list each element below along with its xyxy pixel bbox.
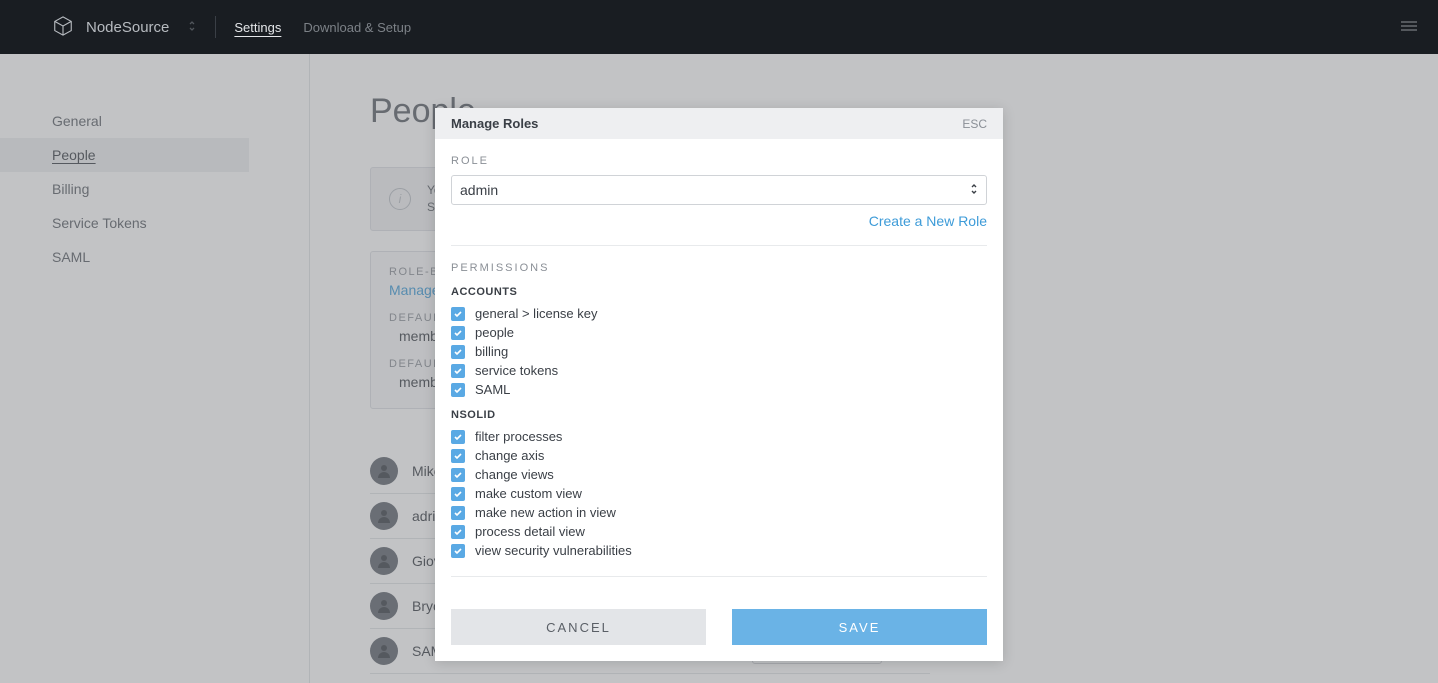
- logo-cube-icon: [52, 15, 74, 40]
- perm-item: service tokens: [451, 361, 987, 380]
- perm-item-label: billing: [475, 344, 508, 359]
- perm-group-nsolid: NSOLID filter processes change axis chan…: [451, 409, 987, 560]
- modal-body: ROLE admin Create a New Role PERMISSIONS…: [435, 139, 1003, 609]
- perm-item-label: general > license key: [475, 306, 598, 321]
- topnav: Settings Download & Setup: [234, 20, 411, 35]
- topbar-divider: [215, 16, 216, 38]
- perm-item-label: change axis: [475, 448, 544, 463]
- perm-item: change views: [451, 465, 987, 484]
- perm-item: make custom view: [451, 484, 987, 503]
- perm-item-label: make new action in view: [475, 505, 616, 520]
- updown-icon: [970, 183, 978, 198]
- checkbox-checked[interactable]: [451, 449, 465, 463]
- modal-footer: CANCEL SAVE: [435, 609, 1003, 661]
- role-select[interactable]: admin: [451, 175, 987, 205]
- hamburger-icon[interactable]: [1400, 19, 1418, 35]
- brand-name: NodeSource: [86, 19, 169, 36]
- checkbox-checked[interactable]: [451, 383, 465, 397]
- perm-item-label: make custom view: [475, 486, 582, 501]
- save-button[interactable]: SAVE: [732, 609, 987, 645]
- org-switcher-icon[interactable]: [187, 19, 197, 36]
- perm-item: filter processes: [451, 427, 987, 446]
- perm-item-label: view security vulnerabilities: [475, 543, 632, 558]
- create-role-link[interactable]: Create a New Role: [451, 213, 987, 229]
- perm-item: people: [451, 323, 987, 342]
- checkbox-checked[interactable]: [451, 487, 465, 501]
- nav-settings[interactable]: Settings: [234, 20, 281, 35]
- cancel-button[interactable]: CANCEL: [451, 609, 706, 645]
- brand[interactable]: NodeSource: [52, 15, 197, 40]
- checkbox-checked[interactable]: [451, 345, 465, 359]
- perm-item: SAML: [451, 380, 987, 399]
- modal-overlay[interactable]: Manage Roles ESC ROLE admin Create a New…: [0, 54, 1438, 683]
- perm-item-label: service tokens: [475, 363, 558, 378]
- divider: [451, 576, 987, 577]
- checkbox-checked[interactable]: [451, 364, 465, 378]
- perm-item-label: people: [475, 325, 514, 340]
- divider: [451, 245, 987, 246]
- modal-close-esc[interactable]: ESC: [962, 117, 987, 131]
- checkbox-checked[interactable]: [451, 506, 465, 520]
- checkbox-checked[interactable]: [451, 430, 465, 444]
- nav-download[interactable]: Download & Setup: [303, 20, 411, 35]
- permissions-label: PERMISSIONS: [451, 262, 987, 274]
- checkbox-checked[interactable]: [451, 307, 465, 321]
- perm-group-head: NSOLID: [451, 409, 987, 421]
- perm-item-label: process detail view: [475, 524, 585, 539]
- checkbox-checked[interactable]: [451, 468, 465, 482]
- perm-item: general > license key: [451, 304, 987, 323]
- modal-title: Manage Roles: [451, 116, 538, 131]
- perm-item: change axis: [451, 446, 987, 465]
- perm-item: view security vulnerabilities: [451, 541, 987, 560]
- role-select-value: admin: [460, 182, 498, 198]
- topbar: NodeSource Settings Download & Setup: [0, 0, 1438, 54]
- checkbox-checked[interactable]: [451, 544, 465, 558]
- role-label: ROLE: [451, 155, 987, 167]
- perm-group-accounts: ACCOUNTS general > license key people bi…: [451, 286, 987, 399]
- perm-item-label: filter processes: [475, 429, 562, 444]
- perm-item: billing: [451, 342, 987, 361]
- checkbox-checked[interactable]: [451, 326, 465, 340]
- perm-item-label: change views: [475, 467, 554, 482]
- perm-item-label: SAML: [475, 382, 510, 397]
- manage-roles-modal: Manage Roles ESC ROLE admin Create a New…: [435, 108, 1003, 661]
- perm-item: make new action in view: [451, 503, 987, 522]
- perm-item: process detail view: [451, 522, 987, 541]
- perm-group-head: ACCOUNTS: [451, 286, 987, 298]
- modal-header: Manage Roles ESC: [435, 108, 1003, 139]
- checkbox-checked[interactable]: [451, 525, 465, 539]
